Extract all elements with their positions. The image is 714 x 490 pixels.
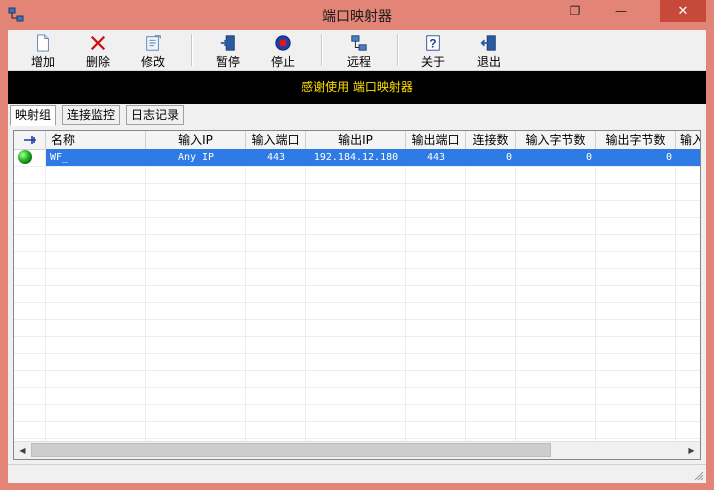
exit-label: 退出 (476, 55, 501, 69)
delete-label: 删除 (85, 55, 110, 69)
column-header-in-ip[interactable]: 输入IP (146, 131, 246, 149)
help-icon: ? (426, 35, 440, 51)
grid-line (14, 438, 700, 439)
stop-button[interactable]: 停止 (263, 32, 303, 70)
list-header: 名称 输入IP 输入端口 输出IP 输出端口 连接数 输入字节数 输出字节数 输… (14, 131, 700, 150)
out-port-cell: 443 (406, 149, 466, 166)
grid-line (14, 200, 700, 201)
column-header-in-extra[interactable]: 输入 (676, 131, 700, 149)
column-header-name[interactable]: 名称 (46, 131, 146, 149)
grid-line (14, 336, 700, 337)
exit-door-icon (480, 35, 496, 51)
column-header-status[interactable] (14, 131, 46, 149)
green-status-icon (18, 150, 32, 164)
about-label: 关于 (420, 55, 445, 69)
new-doc-icon (37, 34, 49, 52)
scroll-left-icon[interactable]: ◀ (14, 442, 31, 458)
grid-line (14, 234, 700, 235)
in-port-cell: 443 (246, 149, 306, 166)
tab-mapping-group[interactable]: 映射组 (10, 105, 57, 126)
title-bar[interactable]: 端口映射器 ❐ — ✕ (0, 0, 714, 30)
remote-label: 远程 (346, 55, 371, 69)
toolbar-separator (397, 34, 399, 66)
app-window: 端口映射器 ❐ — ✕ 增加 删除 修改 暂停 停止 远程 ? 关于 退出 感谢… (0, 0, 714, 490)
about-button[interactable]: ? 关于 (413, 32, 453, 70)
in-ip-cell: Any IP (146, 149, 246, 166)
tab-connection-monitor[interactable]: 连接监控 (62, 105, 121, 125)
svg-text:?: ? (429, 38, 436, 51)
name-cell: WF_ (46, 149, 146, 166)
stop-icon (275, 35, 291, 51)
in-extra-cell (676, 149, 700, 166)
restore-button[interactable]: ❐ (560, 0, 590, 22)
column-header-out-port[interactable]: 输出端口 (406, 131, 466, 149)
in-bytes-cell: 0 (516, 149, 596, 166)
horizontal-scrollbar[interactable]: ◀ ▶ (14, 441, 700, 459)
door-pause-icon (220, 35, 235, 51)
scroll-thumb[interactable] (31, 443, 551, 457)
column-header-in-bytes[interactable]: 输入字节数 (516, 131, 596, 149)
pause-label: 暂停 (215, 55, 240, 69)
grid-line (14, 251, 700, 252)
client-area: 增加 删除 修改 暂停 停止 远程 ? 关于 退出 感谢使用 端口映射器 映射组… (8, 30, 706, 483)
mapping-list[interactable]: 名称 输入IP 输入端口 输出IP 输出端口 连接数 输入字节数 输出字节数 输… (13, 130, 701, 460)
out-bytes-cell: 0 (596, 149, 676, 166)
grid-line (14, 285, 700, 286)
column-header-out-ip[interactable]: 输出IP (306, 131, 406, 149)
delete-button[interactable]: 删除 (78, 32, 118, 70)
pause-button[interactable]: 暂停 (208, 32, 248, 70)
remote-button[interactable]: 远程 (339, 32, 379, 70)
toolbar-separator (321, 34, 323, 66)
grid-line (14, 387, 700, 388)
edit-button[interactable]: 修改 (133, 32, 173, 70)
status-cell (14, 149, 46, 166)
welcome-banner: 感谢使用 端口映射器 (8, 71, 706, 104)
toolbar: 增加 删除 修改 暂停 停止 远程 ? 关于 退出 (8, 30, 706, 71)
connections-cell: 0 (466, 149, 516, 166)
out-ip-cell: 192.184.12.180 (306, 149, 406, 166)
add-button[interactable]: 增加 (23, 32, 63, 70)
grid-line (14, 217, 700, 218)
edit-label: 修改 (140, 55, 165, 69)
pin-icon (23, 136, 36, 144)
toolbar-separator (191, 34, 193, 66)
resize-grip-icon[interactable] (692, 469, 704, 481)
grid-line (14, 353, 700, 354)
tab-log[interactable]: 日志记录 (126, 105, 185, 125)
grid-line (14, 370, 700, 371)
grid-line (14, 302, 700, 303)
add-label: 增加 (30, 55, 55, 69)
grid-line (14, 319, 700, 320)
status-bar (8, 464, 706, 483)
column-header-out-bytes[interactable]: 输出字节数 (596, 131, 676, 149)
stop-label: 停止 (270, 55, 295, 69)
grid-line (14, 404, 700, 405)
grid-line (14, 166, 700, 167)
close-button[interactable]: ✕ (660, 0, 706, 22)
grid-line (14, 268, 700, 269)
edit-doc-icon (146, 35, 161, 51)
minimize-button[interactable]: — (606, 0, 636, 22)
exit-button[interactable]: 退出 (469, 32, 509, 70)
scroll-right-icon[interactable]: ▶ (683, 442, 700, 458)
grid-line (14, 421, 700, 422)
red-x-icon (90, 35, 106, 51)
column-header-connections[interactable]: 连接数 (466, 131, 516, 149)
column-header-in-port[interactable]: 输入端口 (246, 131, 306, 149)
grid-line (14, 183, 700, 184)
network-icon (351, 35, 367, 51)
table-row[interactable]: WF_ Any IP 443 192.184.12.180 443 0 0 0 (14, 149, 700, 166)
